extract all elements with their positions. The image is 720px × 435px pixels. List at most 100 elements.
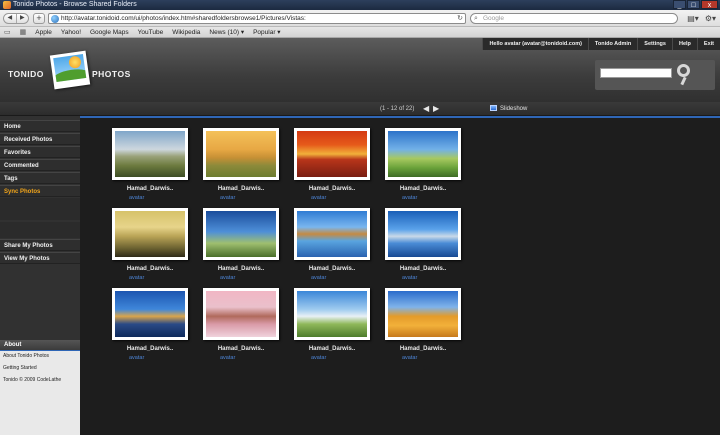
photo-thumbnail[interactable] — [112, 208, 188, 260]
photo-owner[interactable]: avatar — [294, 355, 370, 361]
user-greeting: Hello avatar (avatar@tonidoid.com) — [482, 38, 587, 50]
forward-arrow-icon[interactable]: ▶ — [15, 14, 29, 23]
add-bookmark-button[interactable]: + — [33, 13, 45, 24]
photo-owner[interactable]: avatar — [294, 195, 370, 201]
bookmark-youtube[interactable]: YouTube — [138, 29, 164, 36]
photo-owner[interactable]: avatar — [203, 275, 279, 281]
next-page-arrow-icon[interactable]: ▶ — [433, 104, 439, 114]
photo-owner[interactable]: avatar — [385, 275, 461, 281]
grid-icon[interactable]: ▦ — [20, 28, 27, 36]
book-icon[interactable]: ▭ — [4, 28, 11, 36]
photo-caption[interactable]: Hamad_Darwis.. — [203, 266, 279, 272]
app-icon — [3, 1, 11, 9]
bookmark-popular[interactable]: Popular ▾ — [253, 28, 280, 36]
about-link[interactable]: About Tonido Photos — [3, 353, 49, 359]
pager-bar: (1 - 12 of 22) ◀ ▶ Slideshow — [0, 102, 720, 116]
about-heading: About — [0, 340, 80, 350]
brand-name-right: PHOTOS — [92, 69, 131, 79]
nav-help[interactable]: Help — [671, 38, 697, 50]
photo-thumbnail[interactable] — [294, 128, 370, 180]
photo-owner[interactable]: avatar — [203, 195, 279, 201]
photo-owner[interactable]: avatar — [385, 355, 461, 361]
sidebar-item-share-my-photos[interactable]: Share My Photos — [0, 239, 80, 251]
minimize-button[interactable]: _ — [673, 0, 686, 9]
browser-search-field[interactable]: ⌕ Google — [470, 13, 678, 24]
maximize-button[interactable]: □ — [687, 0, 700, 9]
getting-started-link[interactable]: Getting Started — [3, 365, 37, 371]
bookmarks-bar: ▭ ▦ Apple Yahoo! Google Maps YouTube Wik… — [0, 27, 720, 38]
photo-thumbnail[interactable] — [294, 288, 370, 340]
photo-caption[interactable]: Hamad_Darwis.. — [385, 186, 461, 192]
search-icon: ⌕ — [474, 15, 478, 22]
window-controls: _ □ x — [673, 0, 718, 10]
slideshow-icon — [490, 105, 497, 111]
window-title: Tonido Photos - Browse Shared Folders — [13, 1, 137, 8]
photo-caption[interactable]: Hamad_Darwis.. — [203, 346, 279, 352]
photo-thumbnail[interactable] — [385, 128, 461, 180]
bookmark-news[interactable]: News (10) ▾ — [209, 28, 244, 36]
photo-caption[interactable]: Hamad_Darwis.. — [112, 266, 188, 272]
photo-caption[interactable]: Hamad_Darwis.. — [112, 346, 188, 352]
address-bar[interactable]: http://avatar.tonidoid.com/ui/photos/ind… — [48, 13, 466, 24]
sidebar-item-commented[interactable]: Commented — [0, 159, 80, 171]
nav-exit[interactable]: Exit — [696, 38, 720, 50]
photo-thumbnail[interactable] — [203, 288, 279, 340]
photo-thumbnail[interactable] — [203, 128, 279, 180]
sidebar-spacer — [0, 198, 80, 220]
photo-caption[interactable]: Hamad_Darwis.. — [112, 186, 188, 192]
photo-thumbnail[interactable] — [112, 288, 188, 340]
bookmark-apple[interactable]: Apple — [35, 29, 52, 36]
browser-toolbar: ◀ ▶ + http://avatar.tonidoid.com/ui/phot… — [0, 10, 720, 27]
photo-search-panel — [595, 60, 715, 90]
sidebar-item-sync-photos[interactable]: Sync Photos — [0, 185, 80, 197]
photo-owner[interactable]: avatar — [112, 275, 188, 281]
sidebar-item-view-my-photos[interactable]: View My Photos — [0, 252, 80, 264]
photo-owner[interactable]: avatar — [385, 195, 461, 201]
copyright-text: Tonido © 2009 CodeLathe — [3, 377, 62, 383]
photo-owner[interactable]: avatar — [294, 275, 370, 281]
url-text: http://avatar.tonidoid.com/ui/photos/ind… — [61, 15, 306, 22]
prev-page-arrow-icon[interactable]: ◀ — [423, 104, 429, 114]
photo-thumbnail[interactable] — [385, 288, 461, 340]
photo-caption[interactable]: Hamad_Darwis.. — [294, 266, 370, 272]
globe-icon — [51, 15, 59, 23]
photo-owner[interactable]: avatar — [112, 355, 188, 361]
photo-thumbnail[interactable] — [294, 208, 370, 260]
search-placeholder: Google — [483, 15, 504, 22]
search-icon[interactable] — [677, 64, 690, 77]
photo-owner[interactable]: avatar — [203, 355, 279, 361]
page-range: (1 - 12 of 22) — [380, 106, 415, 112]
bookmark-yahoo[interactable]: Yahoo! — [61, 29, 81, 36]
sidebar-item-home[interactable]: Home — [0, 120, 80, 132]
sidebar-spacer — [0, 222, 80, 238]
bookmark-wikipedia[interactable]: Wikipedia — [172, 29, 200, 36]
gear-icon[interactable]: ⚙▾ — [705, 13, 716, 24]
nav-settings[interactable]: Settings — [637, 38, 672, 50]
back-arrow-icon[interactable]: ◀ — [4, 14, 16, 23]
nav-tonido-admin[interactable]: Tonido Admin — [587, 38, 637, 50]
bookmark-google-maps[interactable]: Google Maps — [90, 29, 129, 36]
slideshow-button[interactable]: Slideshow — [490, 102, 527, 116]
sidebar-item-tags[interactable]: Tags — [0, 172, 80, 184]
photo-grid: Hamad_Darwis.. avatar Hamad_Darwis.. ava… — [80, 118, 720, 435]
window-titlebar: Tonido Photos - Browse Shared Folders _ … — [0, 0, 720, 10]
tonido-logo-icon — [49, 50, 91, 90]
photo-search-input[interactable] — [600, 68, 672, 78]
photo-caption[interactable]: Hamad_Darwis.. — [385, 346, 461, 352]
toolbar-icons: ▤▾ ⚙▾ — [687, 13, 716, 24]
sidebar-item-received-photos[interactable]: Received Photos — [0, 133, 80, 145]
photo-caption[interactable]: Hamad_Darwis.. — [385, 266, 461, 272]
sidebar-item-favorites[interactable]: Favorites — [0, 146, 80, 158]
photo-caption[interactable]: Hamad_Darwis.. — [203, 186, 279, 192]
photo-caption[interactable]: Hamad_Darwis.. — [294, 346, 370, 352]
page-menu-icon[interactable]: ▤▾ — [687, 13, 699, 24]
top-nav: Hello avatar (avatar@tonidoid.com) Tonid… — [482, 38, 720, 50]
photo-owner[interactable]: avatar — [112, 195, 188, 201]
photo-thumbnail[interactable] — [203, 208, 279, 260]
photo-caption[interactable]: Hamad_Darwis.. — [294, 186, 370, 192]
page: Tonido Photos - Browse Shared Folders _ … — [0, 0, 720, 435]
close-button[interactable]: x — [701, 0, 718, 9]
photo-thumbnail[interactable] — [385, 208, 461, 260]
reload-icon[interactable]: ↻ — [457, 14, 463, 24]
photo-thumbnail[interactable] — [112, 128, 188, 180]
